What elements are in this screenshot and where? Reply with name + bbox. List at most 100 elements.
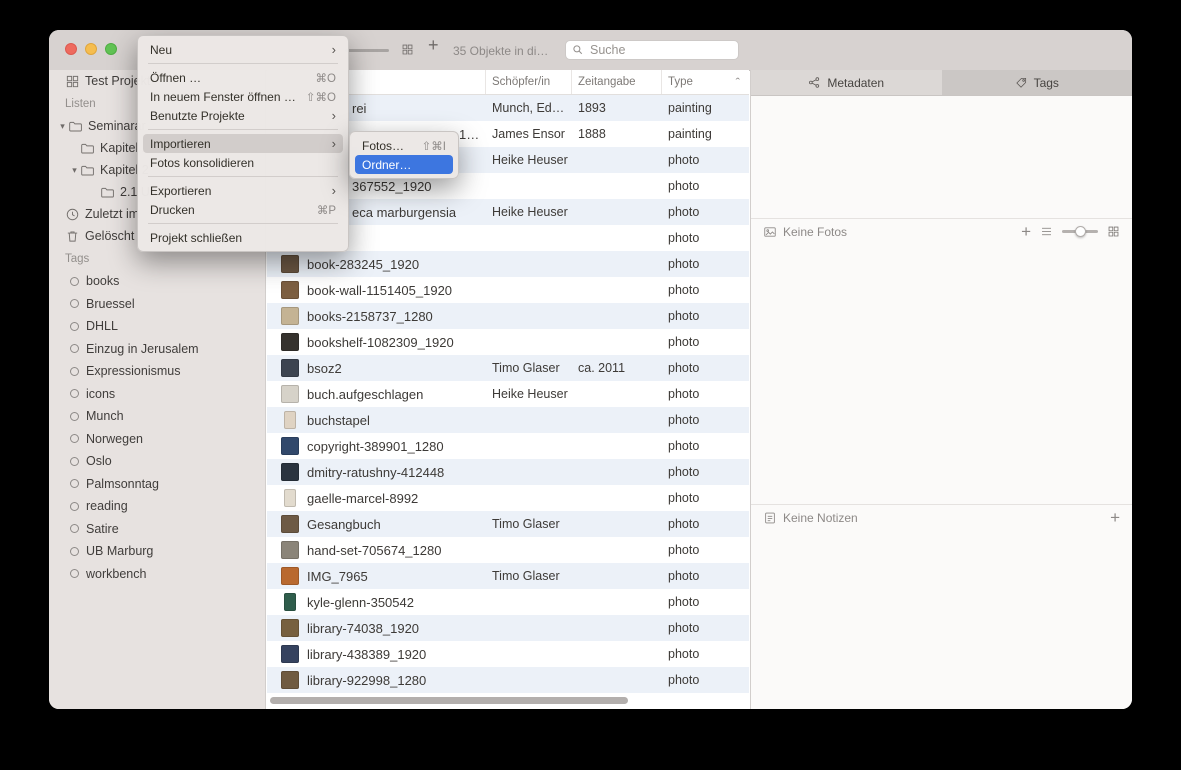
- add-note-button[interactable]: +: [1110, 511, 1120, 525]
- menu-item[interactable]: ›: [143, 172, 343, 181]
- search-field[interactable]: [565, 40, 739, 60]
- grid-view-icon[interactable]: [1107, 225, 1120, 238]
- cell-title: books-2158737_1280: [267, 307, 486, 325]
- cell-type: photo: [662, 361, 749, 375]
- horizontal-scrollbar[interactable]: [270, 697, 628, 704]
- column-header-creator[interactable]: Schöpfer/in: [486, 70, 572, 94]
- table-row[interactable]: bookshelf-1082309_1920 photo: [267, 329, 749, 355]
- table-row[interactable]: library-922998_1280 photo: [267, 667, 749, 693]
- disclosure-triangle-icon[interactable]: ▾: [57, 121, 68, 132]
- disclosure-triangle-icon[interactable]: ▾: [69, 165, 80, 176]
- tags-list: books Bruessel DHLL Einzug in Je: [49, 270, 265, 585]
- objects-count-label: 35 Objekte in di…: [453, 44, 553, 58]
- item-thumbnail: [281, 437, 299, 455]
- tab-tags[interactable]: Tags: [942, 70, 1133, 95]
- cell-title: library-922998_1280: [267, 671, 486, 689]
- tab-metadata[interactable]: Metadaten: [751, 70, 942, 95]
- sidebar-tag-item[interactable]: Oslo: [49, 450, 265, 473]
- zoom-button[interactable]: [105, 43, 117, 55]
- folder-icon: [100, 185, 115, 200]
- table-row[interactable]: gaelle-marcel-8992 photo: [267, 485, 749, 511]
- table-row[interactable]: copyright-389901_1280 photo: [267, 433, 749, 459]
- search-input[interactable]: [588, 42, 732, 58]
- sidebar-tag-item[interactable]: Munch: [49, 405, 265, 428]
- photo-panel-header: Keine Fotos +: [751, 218, 1132, 244]
- menu-item[interactable]: Öffnen … ⌘O ›: [143, 68, 343, 87]
- tag-color-dot: [70, 344, 79, 353]
- table-row[interactable]: buchstapel photo: [267, 407, 749, 433]
- cell-type: photo: [662, 465, 749, 479]
- cell-title: dmitry-ratushny-412448: [267, 463, 486, 481]
- item-thumbnail: [281, 359, 299, 377]
- table-row[interactable]: buch.aufgeschlagen Heike Heuser photo: [267, 381, 749, 407]
- table-row[interactable]: IMG_7965 Timo Glaser photo: [267, 563, 749, 589]
- photo-size-slider[interactable]: [1062, 230, 1098, 233]
- sidebar-tag-item[interactable]: icons: [49, 383, 265, 406]
- folder-icon: [80, 141, 95, 156]
- list-view-icon[interactable]: [1040, 225, 1053, 238]
- add-photo-button[interactable]: +: [1021, 225, 1031, 239]
- table-row[interactable]: Gesangbuch Timo Glaser photo: [267, 511, 749, 537]
- tag-color-dot: [70, 457, 79, 466]
- sidebar-tag-item[interactable]: UB Marburg: [49, 540, 265, 563]
- menu-item[interactable]: Drucken ⌘P ›: [143, 200, 343, 219]
- menu-shortcut: ⌘P: [317, 203, 336, 217]
- sidebar-tag-item[interactable]: workbench: [49, 563, 265, 586]
- submenu-item[interactable]: Fotos… ⇧⌘I ›: [355, 136, 453, 155]
- menu-item[interactable]: Neu ›: [143, 40, 343, 59]
- table-row[interactable]: dmitry-ratushny-412448 photo: [267, 459, 749, 485]
- sidebar-tag-item[interactable]: Einzug in Jerusalem: [49, 338, 265, 361]
- item-thumbnail: [284, 411, 296, 429]
- cell-creator: Timo Glaser: [486, 517, 572, 531]
- cell-type: painting: [662, 127, 749, 141]
- add-item-button[interactable]: +: [428, 36, 439, 54]
- menu-item[interactable]: Importieren ›: [143, 134, 343, 153]
- minimize-button[interactable]: [85, 43, 97, 55]
- item-thumbnail: [281, 333, 299, 351]
- cell-type: photo: [662, 283, 749, 297]
- table-row[interactable]: library-438389_1920 photo: [267, 641, 749, 667]
- inspector-tabs: Metadaten Tags: [751, 70, 1132, 96]
- cell-title: copyright-389901_1280: [267, 437, 486, 455]
- sidebar-tag-item[interactable]: DHLL: [49, 315, 265, 338]
- close-button[interactable]: [65, 43, 77, 55]
- menu-item[interactable]: ›: [143, 219, 343, 228]
- sidebar-tag-item[interactable]: Expressionismus: [49, 360, 265, 383]
- menu-item[interactable]: ›: [143, 125, 343, 134]
- table-row[interactable]: book-283245_1920 photo: [267, 251, 749, 277]
- sidebar-tag-item[interactable]: Palmsonntag: [49, 473, 265, 496]
- cell-type: photo: [662, 309, 749, 323]
- table-row[interactable]: books-2158737_1280 photo: [267, 303, 749, 329]
- menu-item[interactable]: Projekt schließen ›: [143, 228, 343, 247]
- trash-icon: [65, 229, 80, 244]
- table-row[interactable]: kyle-glenn-350542 photo: [267, 589, 749, 615]
- cell-type: photo: [662, 205, 749, 219]
- menu-item[interactable]: ›: [143, 59, 343, 68]
- submenu-item[interactable]: Ordner… ›: [355, 155, 453, 174]
- cell-title: book-283245_1920: [267, 255, 486, 273]
- sidebar-tag-item[interactable]: Bruessel: [49, 293, 265, 316]
- sidebar-tag-item[interactable]: books: [49, 270, 265, 293]
- sidebar-tag-item[interactable]: reading: [49, 495, 265, 518]
- sidebar-tag-item[interactable]: Norwegen: [49, 428, 265, 451]
- search-icon: [572, 44, 584, 56]
- menu-item[interactable]: In neuem Fenster öffnen … ⇧⌘O ›: [143, 87, 343, 106]
- thumbnail-size-slider[interactable]: [345, 49, 389, 52]
- tag-color-dot: [70, 367, 79, 376]
- sidebar-tag-item[interactable]: Satire: [49, 518, 265, 541]
- slider-knob[interactable]: [1075, 226, 1086, 237]
- table-row[interactable]: library-74038_1920 photo: [267, 615, 749, 641]
- grid-view-icon[interactable]: [401, 43, 414, 61]
- table-row[interactable]: book-wall-1151405_1920 photo: [267, 277, 749, 303]
- item-thumbnail: [284, 593, 296, 611]
- table-row[interactable]: bsoz2 Timo Glaser ca. 2011 photo: [267, 355, 749, 381]
- table-row[interactable]: hand-set-705674_1280 photo: [267, 537, 749, 563]
- column-header-type[interactable]: Type ˆ: [662, 70, 749, 94]
- cell-type: photo: [662, 153, 749, 167]
- menu-item[interactable]: Fotos konsolidieren ›: [143, 153, 343, 172]
- cell-title: IMG_7965: [267, 567, 486, 585]
- menu-item[interactable]: Exportieren ›: [143, 181, 343, 200]
- menu-item[interactable]: Benutzte Projekte ›: [143, 106, 343, 125]
- cell-creator: James Ensor: [486, 127, 572, 141]
- column-header-date[interactable]: Zeitangabe: [572, 70, 662, 94]
